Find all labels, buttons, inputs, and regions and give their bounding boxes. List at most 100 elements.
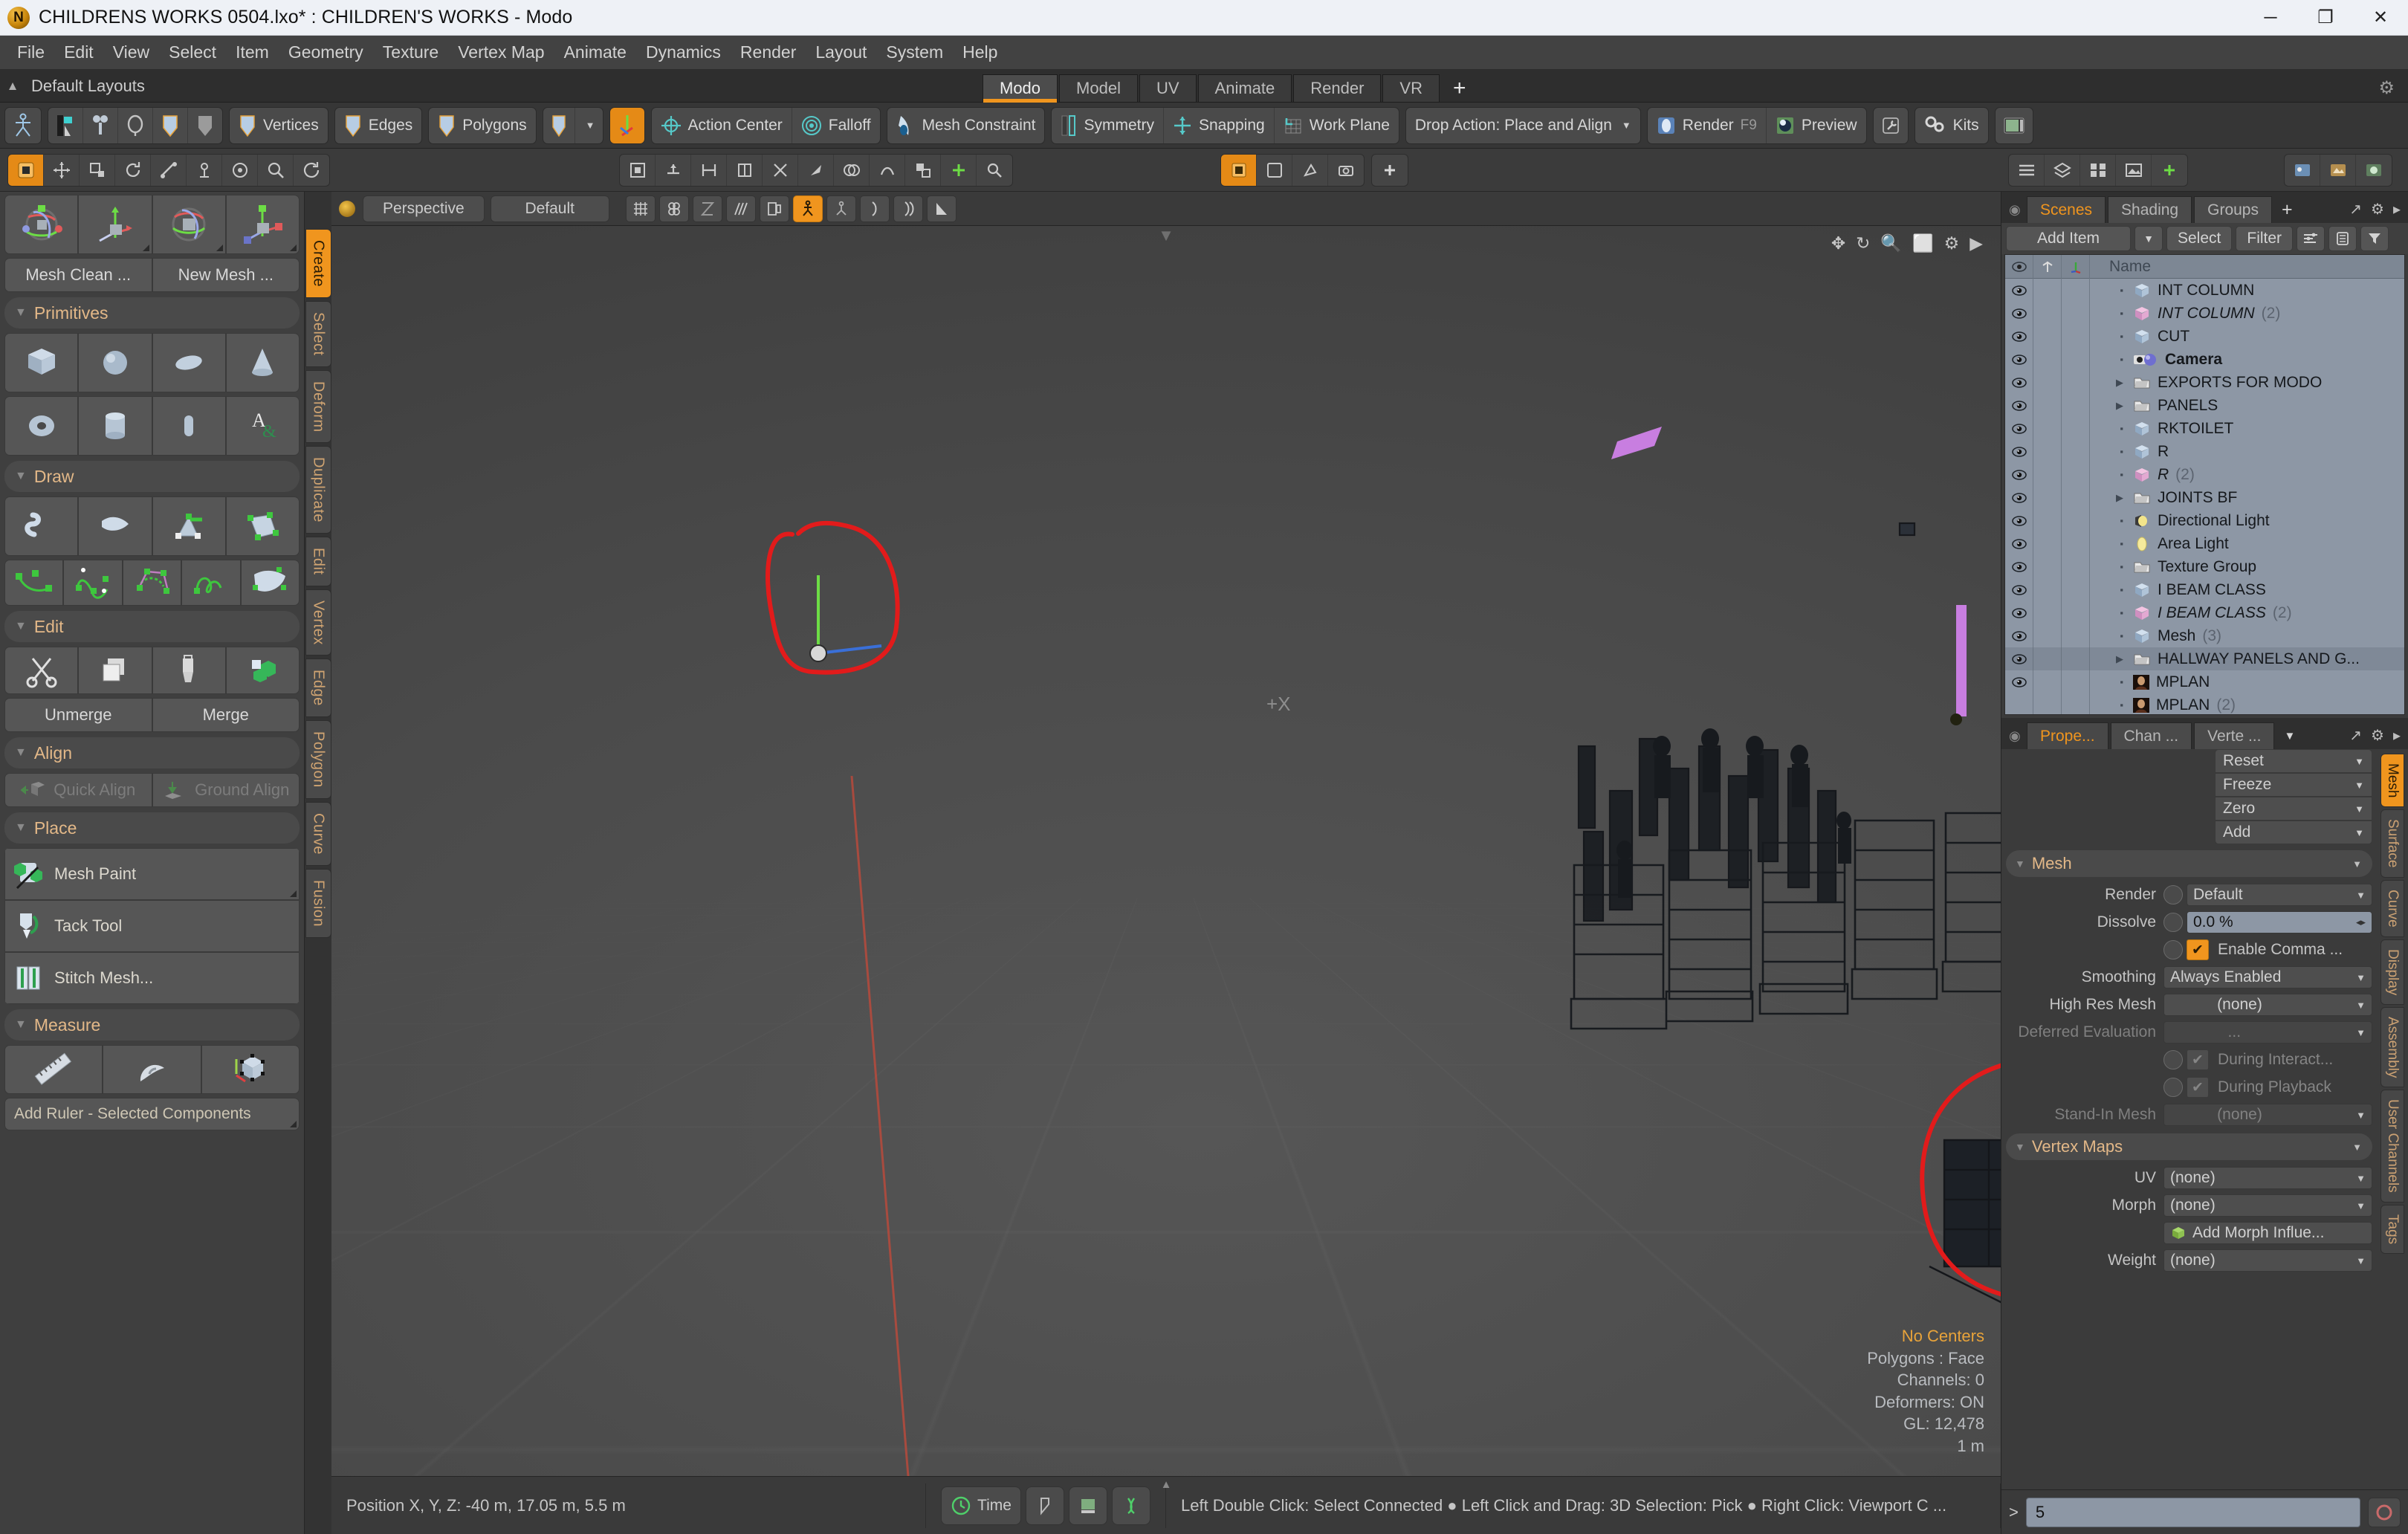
rvtab-display[interactable]: Display: [2381, 939, 2404, 1005]
add-row[interactable]: Add ▼: [2215, 821, 2372, 844]
list-view-icon[interactable]: [2009, 154, 2045, 186]
during-interaction-checkbox[interactable]: ✔: [2187, 1049, 2209, 1070]
menu-vertex-map[interactable]: Vertex Map: [448, 39, 554, 65]
table-row[interactable]: ▪ Texture Group: [2005, 555, 2404, 578]
visibility-toggle[interactable]: [2005, 624, 2033, 647]
transform-toggle[interactable]: [2062, 532, 2090, 555]
rvtab-mesh[interactable]: Mesh: [2381, 754, 2404, 808]
element-move-icon[interactable]: [151, 154, 187, 186]
menu-item[interactable]: Item: [226, 39, 279, 65]
transform-toggle[interactable]: [2062, 394, 2090, 417]
table-row[interactable]: ▪ Mesh (3): [2005, 624, 2404, 647]
unmask-icon[interactable]: [1257, 154, 1292, 186]
polygon-draw-icon[interactable]: [225, 496, 300, 556]
transform-toggle[interactable]: [2062, 624, 2090, 647]
falloff-button[interactable]: Falloff: [792, 108, 880, 143]
expand-arrow-icon[interactable]: ▪: [2090, 423, 2127, 434]
add-ruler-info[interactable]: Add Ruler - Selected Components: [4, 1098, 300, 1130]
shade-icon[interactable]: [926, 195, 957, 222]
paste-icon[interactable]: [152, 647, 226, 694]
zoom-view-icon[interactable]: 🔍: [1880, 233, 1902, 253]
visibility-toggle[interactable]: [2005, 601, 2033, 624]
bridge-icon[interactable]: [691, 154, 727, 186]
visibility-toggle[interactable]: [2005, 348, 2033, 371]
dissolve-toggle[interactable]: [2163, 913, 2183, 932]
sort-icon[interactable]: [2297, 226, 2326, 251]
menu-file[interactable]: File: [7, 39, 54, 65]
table-row[interactable]: ▪ R (2): [2005, 463, 2404, 486]
transform-toggle[interactable]: [2062, 486, 2090, 509]
vertices-button[interactable]: Vertices: [230, 108, 328, 143]
layer-view-icon[interactable]: [2045, 154, 2080, 186]
transform-toggle[interactable]: [2062, 578, 2090, 601]
add-item-dropdown-arrow[interactable]: ▼: [2134, 226, 2163, 251]
lock-toggle[interactable]: [2033, 440, 2062, 463]
maximize-button[interactable]: ❐: [2298, 0, 2353, 36]
playback-icon[interactable]: [1112, 1486, 1150, 1525]
transform-toggle[interactable]: [2062, 463, 2090, 486]
capsule-icon[interactable]: [152, 396, 226, 456]
sketch-icon[interactable]: [181, 560, 241, 606]
add-item-button[interactable]: Add Item: [2006, 226, 2131, 251]
vtab-duplicate[interactable]: Duplicate: [305, 446, 331, 534]
preview-button[interactable]: Preview: [1767, 108, 1866, 143]
edges-button[interactable]: Edges: [335, 108, 422, 143]
mesh-paint-item[interactable]: Mesh Paint: [4, 848, 300, 900]
visibility-toggle[interactable]: [2005, 555, 2033, 578]
kits-button[interactable]: Kits: [1915, 108, 1988, 143]
work-plane-button[interactable]: Work Plane: [1275, 108, 1399, 143]
snapping-button[interactable]: Snapping: [1164, 107, 1275, 143]
cylinder-icon[interactable]: [78, 396, 152, 456]
lock-toggle[interactable]: [2033, 693, 2062, 714]
transform-toggle[interactable]: [2062, 371, 2090, 394]
transform-toggle[interactable]: [2062, 555, 2090, 578]
rvtab-surface[interactable]: Surface: [2381, 809, 2404, 878]
table-row[interactable]: ▶ EXPORTS FOR MODO: [2005, 371, 2404, 394]
vtab-vertex[interactable]: Vertex: [305, 589, 331, 656]
close-button[interactable]: ✕: [2353, 0, 2408, 36]
move-gizmo-icon[interactable]: [78, 195, 152, 254]
visibility-toggle[interactable]: [2005, 670, 2033, 693]
extrude-icon[interactable]: [656, 154, 691, 186]
duplicate-icon[interactable]: [225, 647, 300, 694]
expand-arrow-icon[interactable]: ▪: [2090, 607, 2127, 618]
curve-mode-icon[interactable]: [859, 195, 890, 222]
tab-modo[interactable]: Modo: [983, 74, 1058, 103]
enable-commands-checkbox[interactable]: ✔: [2187, 939, 2209, 960]
refresh-icon[interactable]: [294, 155, 329, 186]
center-icon[interactable]: [83, 107, 118, 143]
lock-toggle[interactable]: [2033, 417, 2062, 440]
lock-toggle[interactable]: [2033, 302, 2062, 325]
stripes-icon[interactable]: [725, 195, 756, 222]
ground-align-button[interactable]: Ground Align: [152, 773, 300, 807]
unmerge-button[interactable]: Unmerge: [4, 698, 152, 732]
table-row[interactable]: ▪ INT COLUMN (2): [2005, 302, 2404, 325]
rvtab-tags[interactable]: Tags: [2381, 1204, 2404, 1255]
gear-icon[interactable]: ⚙: [2371, 726, 2384, 745]
view-mode-dropdown[interactable]: Perspective: [363, 195, 485, 222]
render-preview-icon[interactable]: [1069, 1486, 1107, 1525]
table-row[interactable]: ▪ RKTOILET: [2005, 417, 2404, 440]
chevron-right-icon[interactable]: ▸: [2393, 726, 2401, 745]
fit-view-icon[interactable]: ⬜: [1912, 233, 1934, 253]
bevel-icon[interactable]: [620, 154, 656, 186]
expand-arrow-icon[interactable]: ▪: [2090, 538, 2127, 549]
menu-render[interactable]: Render: [731, 39, 806, 65]
dissolve-input[interactable]: 0.0 % ◂▸: [2187, 911, 2372, 933]
triangle-draw-icon[interactable]: [152, 496, 226, 556]
ruler-icon[interactable]: [4, 1045, 103, 1094]
viewport-3d[interactable]: ▼ +X ✥ ↻ 🔍 ⬜ ⚙ ▶ No Centers Polygons: F…: [331, 226, 2001, 1476]
lock-toggle[interactable]: [2033, 348, 2062, 371]
rotate-gizmo-icon[interactable]: [152, 195, 226, 254]
render-button[interactable]: Render F9: [1648, 107, 1767, 143]
expand-arrow-icon[interactable]: ▶: [2090, 377, 2127, 389]
menu-edit[interactable]: Edit: [54, 39, 103, 65]
menu-system[interactable]: System: [876, 39, 953, 65]
vtab-edge[interactable]: Edge: [305, 658, 331, 717]
tab-scenes[interactable]: Scenes: [2027, 196, 2106, 223]
filter-button[interactable]: Filter: [2236, 226, 2294, 251]
visibility-toggle[interactable]: [2005, 302, 2033, 325]
command-input[interactable]: 5: [2025, 1497, 2360, 1527]
edge-slice-icon[interactable]: [763, 154, 798, 186]
select-button[interactable]: Select: [2166, 226, 2233, 251]
